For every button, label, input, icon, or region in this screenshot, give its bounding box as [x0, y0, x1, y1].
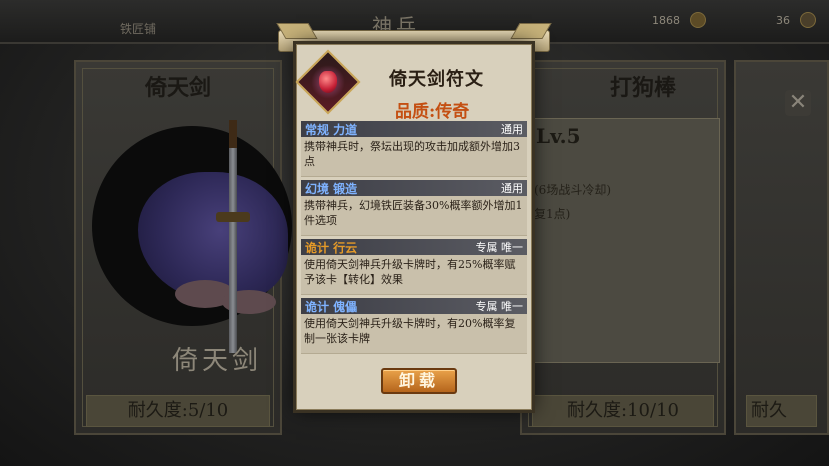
effect-item: 诡计 傀儡 专属 唯一 使用倚天剑神兵升级卡牌时，有20%概率复制一张该卡牌: [301, 298, 527, 354]
effect-description: 使用倚天剑神兵升级卡牌时，有25%概率赋予该卡【转化】效果: [301, 255, 527, 295]
effect-item: 诡计 行云 专属 唯一 使用倚天剑神兵升级卡牌时，有25%概率赋予该卡【转化】效…: [301, 239, 527, 295]
effect-name: 诡计 傀儡: [305, 299, 358, 314]
effect-name: 常规 力道: [305, 122, 358, 137]
effect-tag: 专属 唯一: [475, 241, 524, 254]
effect-tag: 通用: [501, 182, 523, 195]
coin-icon: [690, 12, 706, 28]
sword-hilt: [229, 120, 237, 150]
durability-label: 耐久: [746, 395, 817, 427]
sword-guard: [216, 212, 250, 222]
weapon-level: Lv.5: [536, 124, 581, 148]
effect-description: 使用倚天剑神兵升级卡牌时，有20%概率复制一张该卡牌: [301, 314, 527, 354]
currency-count: 1868: [652, 14, 680, 27]
ruby-gem-icon: [319, 71, 337, 93]
ingot-icon: [800, 12, 816, 28]
rune-icon: [295, 49, 361, 115]
effect-description: 携带神兵时，祭坛出现的攻击加成额外增加3点: [301, 137, 527, 177]
close-icon[interactable]: ✕: [785, 90, 811, 116]
top-bar-left-label: 铁匠铺: [120, 22, 157, 36]
effect-tag: 通用: [501, 123, 523, 136]
weapon-card-title: 倚天剑: [144, 75, 211, 101]
effect-item: 常规 力道 通用 携带神兵时，祭坛出现的攻击加成额外增加3点: [301, 121, 527, 177]
effect-name: 幻境 锻造: [305, 181, 358, 196]
unload-button[interactable]: 卸载: [381, 368, 457, 394]
sword-blade: [229, 148, 237, 353]
effect-text: 复1点): [534, 207, 571, 221]
effect-tag: 专属 唯一: [475, 300, 524, 313]
rune-quality: 品质:传奇: [395, 102, 470, 122]
effect-name: 诡计 行云: [305, 240, 358, 255]
durability-label: 耐久度:10/10: [532, 395, 714, 427]
gem-count: 36: [776, 14, 790, 27]
rune-title: 倚天剑符文: [389, 69, 484, 90]
weapon-card-partial[interactable]: 耐久: [734, 60, 829, 435]
effect-item: 幻境 锻造 通用 携带神兵，幻境铁匠装备30%概率额外增加1件选项: [301, 180, 527, 236]
weapon-detail-panel: Lv.5 (6场战斗冷却) 复1点): [525, 118, 720, 363]
weapon-card-title: 打狗棒: [609, 75, 676, 101]
durability-label: 耐久度:5/10: [86, 395, 270, 427]
weapon-name: 倚天剑: [172, 346, 263, 376]
effect-description: 携带神兵，幻境铁匠装备30%概率额外增加1件选项: [301, 196, 527, 236]
cooldown-text: (6场战斗冷却): [534, 183, 611, 197]
rune-detail-dialog: 倚天剑符文 品质:传奇 常规 力道 通用 携带神兵时，祭坛出现的攻击加成额外增加…: [295, 44, 532, 410]
effect-list: 常规 力道 通用 携带神兵时，祭坛出现的攻击加成额外增加3点 幻境 锻造 通用 …: [301, 121, 527, 357]
